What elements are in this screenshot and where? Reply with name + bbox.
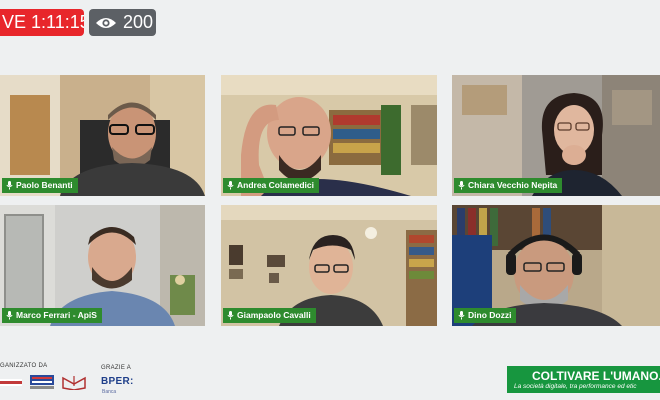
- video-tile-andrea-colamedici[interactable]: Andrea Colamedici: [221, 75, 437, 196]
- participant-name-tag: Paolo Benanti: [2, 178, 78, 193]
- organizer-logo-1: [0, 379, 22, 386]
- video-tile-giampaolo-cavalli[interactable]: Giampaolo Cavalli: [221, 205, 437, 326]
- microphone-icon: [6, 181, 13, 190]
- thanks-to-label: GRAZIE A: [101, 365, 132, 371]
- event-banner: COLTIVARE L'UMANO. La società digitale, …: [507, 366, 660, 393]
- participant-name: Giampaolo Cavalli: [237, 310, 311, 320]
- participant-name-tag: Andrea Colamedici: [223, 178, 319, 193]
- eye-icon: [96, 17, 116, 28]
- sponsor-logo-subtitle: Banca: [102, 389, 117, 395]
- participant-name-tag: Giampaolo Cavalli: [223, 308, 316, 323]
- event-banner-subtitle: La società digitale, tra performance ed …: [514, 383, 637, 390]
- organizer-logo-2: [30, 375, 54, 389]
- microphone-icon: [6, 311, 13, 320]
- microphone-icon: [227, 181, 234, 190]
- microphone-icon: [227, 311, 234, 320]
- viewer-count-badge: 200: [89, 9, 156, 36]
- live-timer-badge: VE 1:11:15: [0, 9, 84, 36]
- event-banner-title: COLTIVARE L'UMANO.: [532, 369, 660, 383]
- microphone-icon: [458, 181, 465, 190]
- microphone-icon: [458, 311, 465, 320]
- participant-name: Dino Dozzi: [468, 310, 512, 320]
- video-tile-dino-dozzi[interactable]: Dino Dozzi: [452, 205, 660, 326]
- participant-name-tag: Marco Ferrari - ApiS: [2, 308, 102, 323]
- participant-name: Paolo Benanti: [16, 180, 73, 190]
- participant-name-tag: Chiara Vecchio Nepita: [454, 178, 563, 193]
- participant-name-tag: Dino Dozzi: [454, 308, 517, 323]
- video-tile-marco-ferrari[interactable]: Marco Ferrari - ApiS: [0, 205, 205, 326]
- video-tile-paolo-benanti[interactable]: Paolo Benanti: [0, 75, 205, 196]
- video-tile-chiara-vecchio-nepita[interactable]: Chiara Vecchio Nepita: [452, 75, 660, 196]
- organized-by-label: GANIZZATO DA: [0, 363, 48, 369]
- sponsor-logo: BPER:: [101, 376, 134, 387]
- viewer-count: 200: [123, 12, 154, 32]
- participant-name: Marco Ferrari - ApiS: [16, 310, 97, 320]
- participant-name: Andrea Colamedici: [237, 180, 314, 190]
- organizer-logo-3: [62, 376, 86, 390]
- participant-name: Chiara Vecchio Nepita: [468, 180, 558, 190]
